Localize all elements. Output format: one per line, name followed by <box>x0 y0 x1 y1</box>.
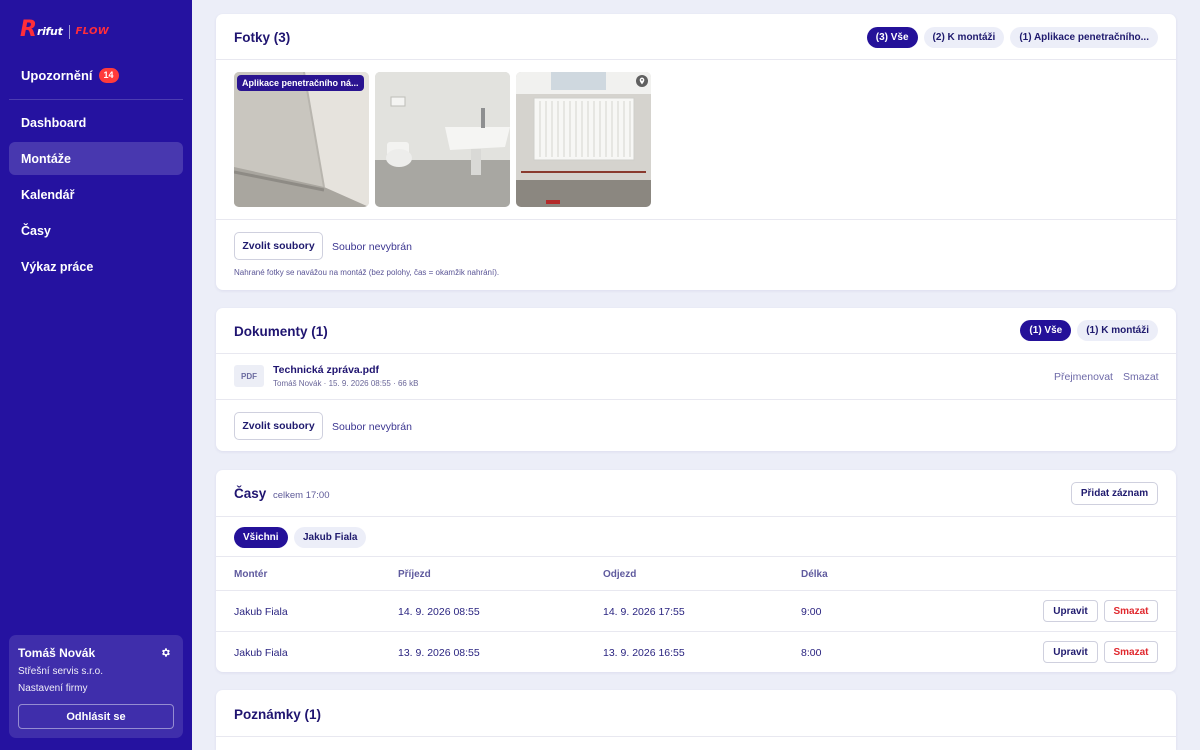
document-delete-link[interactable]: Smazat <box>1123 371 1159 383</box>
documents-filters: (1) Vše (1) K montáži <box>1020 320 1158 341</box>
sidebar-item-montaze[interactable]: Montáže <box>9 142 183 175</box>
row-arrival: 13. 9. 2026 08:55 <box>398 647 480 659</box>
pdf-file-icon: PDF <box>234 365 264 387</box>
sidebar-divider <box>9 99 183 100</box>
times-header-divider <box>216 516 1176 517</box>
row-duration: 9:00 <box>801 606 822 618</box>
photos-upload-note: Nahrané fotky se navážou na montáž (bez … <box>234 268 500 277</box>
notes-title: Poznámky (1) <box>234 707 322 722</box>
row-duration: 8:00 <box>801 647 822 659</box>
documents-filter-all[interactable]: (1) Vše <box>1020 320 1072 341</box>
times-filter-jakub-fiala[interactable]: Jakub Fiala <box>294 527 367 548</box>
documents-filter-k-montazi[interactable]: (1) K montáži <box>1077 320 1158 341</box>
row-worker: Jakub Fiala <box>234 606 288 618</box>
document-rename-link[interactable]: Přejmenovat <box>1054 371 1113 383</box>
photos-upload-divider <box>216 219 1176 220</box>
column-header-delka: Délka <box>801 569 828 580</box>
column-header-prijezd: Příjezd <box>398 569 431 580</box>
row-arrival: 14. 9. 2026 08:55 <box>398 606 480 618</box>
photos-filters: (3) Vše (2) K montáži (1) Aplikace penet… <box>866 27 1158 48</box>
document-name[interactable]: Technická zpráva.pdf <box>273 364 379 376</box>
logo-separator <box>68 24 70 39</box>
photos-no-file-text: Soubor nevybrán <box>332 241 412 253</box>
sidebar-item-kalendar[interactable]: Kalendář <box>9 178 183 211</box>
row-departure: 13. 9. 2026 16:55 <box>603 647 685 659</box>
sidebar-item-casy[interactable]: Časy <box>9 214 183 247</box>
sidebar: R rifut FLOW Upozornění 14 Dashboard Mon… <box>0 0 192 750</box>
photos-filter-all[interactable]: (3) Vše <box>866 27 918 48</box>
rifut-flow-logo[interactable]: R rifut FLOW <box>20 19 109 41</box>
photo-thumbnail[interactable]: Aplikace penetračního ná... <box>234 72 369 207</box>
photo-gallery: Aplikace penetračního ná... <box>234 72 651 207</box>
gear-icon[interactable] <box>160 647 171 658</box>
documents-title: Dokumenty (1) <box>234 324 328 339</box>
company-settings-link[interactable]: Nastavení firmy <box>18 683 174 694</box>
column-header-odjezd: Odjezd <box>603 569 637 580</box>
add-time-entry-button[interactable]: Přidat záznam <box>1071 482 1158 505</box>
photos-filter-aplikace[interactable]: (1) Aplikace penetračního... <box>1010 27 1158 48</box>
times-filter-divider <box>216 556 1176 557</box>
user-name: Tomáš Novák <box>18 646 96 660</box>
times-total: celkem 17:00 <box>273 490 330 501</box>
notifications-label: Upozornění <box>21 68 93 83</box>
documents-no-file-text: Soubor nevybrán <box>332 421 412 433</box>
photo-radiator-image <box>516 72 651 207</box>
notes-card: Poznámky (1) <box>216 690 1176 750</box>
times-card: Časy celkem 17:00 <box>216 470 1176 672</box>
photo-bathroom-corner-image <box>234 72 369 207</box>
photos-choose-files-button[interactable]: Zvolit soubory <box>234 232 323 260</box>
user-card: Tomáš Novák Střešní servis s.r.o. Nastav… <box>9 635 183 738</box>
times-row-divider <box>216 631 1176 632</box>
delete-button[interactable]: Smazat <box>1104 600 1158 622</box>
notes-header-divider <box>216 736 1176 737</box>
photo-toilet-image <box>375 72 510 207</box>
photos-filter-k-montazi[interactable]: (2) K montáži <box>923 27 1005 48</box>
sidebar-nav: Dashboard Montáže Kalendář Časy Výkaz pr… <box>9 106 183 286</box>
logo-flow: FLOW <box>75 26 110 37</box>
user-company: Střešní servis s.r.o. <box>18 666 104 677</box>
map-pin-icon <box>636 75 648 87</box>
notifications-link[interactable]: Upozornění 14 <box>21 68 119 83</box>
logo-rifut: rifut <box>36 25 63 38</box>
sidebar-item-dashboard[interactable]: Dashboard <box>9 106 183 139</box>
sidebar-item-vykaz-prace[interactable]: Výkaz práce <box>9 250 183 283</box>
times-columns-divider <box>216 590 1176 591</box>
edit-button[interactable]: Upravit <box>1043 641 1098 663</box>
photos-title: Fotky (3) <box>234 30 291 45</box>
times-title: Časy <box>234 486 267 501</box>
delete-button[interactable]: Smazat <box>1104 641 1158 663</box>
document-meta: Tomáš Novák · 15. 9. 2026 08:55 · 66 kB <box>273 379 419 388</box>
row-worker: Jakub Fiala <box>234 647 288 659</box>
photos-header-divider <box>216 59 1176 60</box>
column-header-monter: Montér <box>234 569 268 580</box>
notifications-count-badge: 14 <box>98 68 119 83</box>
logout-button[interactable]: Odhlásit se <box>18 704 174 729</box>
photo-thumbnail[interactable] <box>516 72 651 207</box>
documents-choose-files-button[interactable]: Zvolit soubory <box>234 412 323 440</box>
row-departure: 14. 9. 2026 17:55 <box>603 606 685 618</box>
photo-thumbnail[interactable] <box>375 72 510 207</box>
photo-tag-label: Aplikace penetračního ná... <box>237 75 364 91</box>
logo-r: R <box>20 17 37 42</box>
documents-header-divider <box>216 353 1176 354</box>
documents-upload-divider <box>216 399 1176 400</box>
edit-button[interactable]: Upravit <box>1043 600 1098 622</box>
times-filter-all[interactable]: Všichni <box>234 527 288 548</box>
